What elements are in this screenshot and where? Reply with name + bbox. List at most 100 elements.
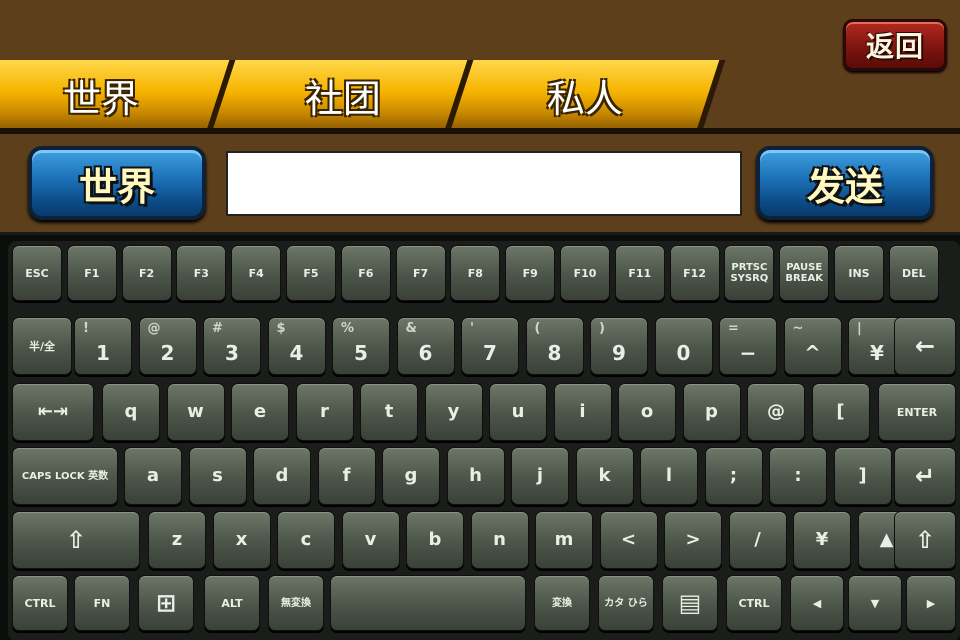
key-v[interactable]: v bbox=[341, 511, 400, 569]
key-tab[interactable]: ⇤⇥ bbox=[12, 383, 94, 441]
key-ctrl-left[interactable]: CTRL bbox=[12, 575, 68, 631]
key-c[interactable]: c bbox=[277, 511, 335, 569]
key-w[interactable]: w bbox=[166, 383, 225, 441]
key-0[interactable]: 0 bbox=[654, 317, 713, 375]
key-u[interactable]: u bbox=[489, 383, 547, 441]
key-f[interactable]: f bbox=[317, 447, 376, 505]
key-pause-break[interactable]: PAUSE BREAK bbox=[779, 245, 830, 301]
key-t[interactable]: t bbox=[360, 383, 418, 441]
key-2[interactable]: @2 bbox=[138, 317, 197, 375]
key-shift-left[interactable]: ⇧ bbox=[12, 511, 140, 569]
key-o[interactable]: o bbox=[618, 383, 676, 441]
key-k[interactable]: k bbox=[575, 447, 634, 505]
key-main-label: ^ bbox=[804, 341, 821, 365]
key-arrow-right[interactable]: ▶ bbox=[906, 575, 956, 631]
key-f9[interactable]: F9 bbox=[505, 245, 556, 301]
key-f5[interactable]: F5 bbox=[286, 245, 336, 301]
key-f11[interactable]: F11 bbox=[614, 245, 665, 301]
tab-world[interactable]: 世界 bbox=[0, 60, 244, 130]
key-3[interactable]: #3 bbox=[203, 317, 261, 375]
key-main-label: ¥ bbox=[870, 341, 884, 365]
key-caps-lock[interactable]: CAPS LOCK 英数 bbox=[12, 447, 118, 505]
key-shift-label: ' bbox=[470, 321, 474, 336]
key-f8[interactable]: F8 bbox=[450, 245, 501, 301]
key-i[interactable]: i bbox=[553, 383, 612, 441]
key-m[interactable]: m bbox=[535, 511, 593, 569]
key-z[interactable]: z bbox=[148, 511, 206, 569]
key-q[interactable]: q bbox=[102, 383, 160, 441]
key-fn[interactable]: FN bbox=[74, 575, 130, 631]
key-4[interactable]: $4 bbox=[267, 317, 326, 375]
key-kana[interactable]: カタ ひら bbox=[598, 575, 654, 631]
key-arrow-left[interactable]: ◀ bbox=[790, 575, 844, 631]
key-esc[interactable]: ESC bbox=[12, 245, 62, 301]
key-d[interactable]: d bbox=[253, 447, 311, 505]
key-ctrl-right[interactable]: CTRL bbox=[726, 575, 782, 631]
key-sym[interactable]: ; bbox=[704, 447, 763, 505]
key-n[interactable]: n bbox=[470, 511, 529, 569]
key-windows[interactable]: ⊞ bbox=[138, 575, 194, 631]
key-muhenkan[interactable]: 無変換 bbox=[268, 575, 324, 631]
key-8[interactable]: (8 bbox=[525, 317, 584, 375]
key-return[interactable]: ↵ bbox=[894, 447, 956, 505]
back-button[interactable]: 返回 bbox=[843, 19, 947, 71]
key-del[interactable]: DEL bbox=[888, 245, 939, 301]
key-f6[interactable]: F6 bbox=[340, 245, 391, 301]
key-period[interactable]: > bbox=[664, 511, 722, 569]
key-alt[interactable]: ALT bbox=[204, 575, 260, 631]
key-arrow-down[interactable]: ▼ bbox=[848, 575, 902, 631]
key-backspace[interactable]: ← bbox=[894, 317, 956, 375]
key-henkan[interactable]: 変換 bbox=[534, 575, 590, 631]
key-7[interactable]: ' 7 bbox=[461, 317, 519, 375]
key-prtsc-sysrq[interactable]: PRTSC SYSRQ bbox=[724, 245, 775, 301]
key-5[interactable]: % 5 bbox=[332, 317, 390, 375]
key-f3[interactable]: F3 bbox=[176, 245, 227, 301]
key-f10[interactable]: F10 bbox=[560, 245, 610, 301]
key-g[interactable]: g bbox=[382, 447, 440, 505]
key-f4[interactable]: F4 bbox=[231, 245, 282, 301]
key-ins[interactable]: INS bbox=[834, 245, 884, 301]
tab-private[interactable]: 私人 bbox=[444, 60, 726, 130]
tab-club[interactable]: 社团 bbox=[206, 60, 480, 130]
key-a[interactable]: a bbox=[124, 447, 182, 505]
key-comma[interactable]: < bbox=[599, 511, 658, 569]
key-f7[interactable]: F7 bbox=[395, 245, 446, 301]
key-enter[interactable]: ENTER bbox=[878, 383, 956, 441]
key-slash[interactable]: / bbox=[728, 511, 787, 569]
key-sym[interactable]: @ bbox=[747, 383, 805, 441]
key-1[interactable]: ! 1 bbox=[74, 317, 132, 375]
key-main-label: − bbox=[739, 341, 757, 365]
key-main-label: 2 bbox=[160, 341, 175, 365]
key-menu[interactable]: ▤ bbox=[662, 575, 718, 631]
key-main-label: 5 bbox=[354, 341, 368, 365]
tab-world-label: 世界 bbox=[62, 76, 139, 121]
message-input[interactable] bbox=[226, 151, 742, 216]
key-h[interactable]: h bbox=[446, 447, 505, 505]
key-f1[interactable]: F1 bbox=[66, 245, 117, 301]
key-j[interactable]: j bbox=[511, 447, 569, 505]
key-shift-right[interactable]: ⇧ bbox=[894, 511, 956, 569]
key-sym[interactable]: [ bbox=[811, 383, 870, 441]
key-b[interactable]: b bbox=[406, 511, 464, 569]
key-sym[interactable]: ] bbox=[833, 447, 892, 505]
key-s[interactable]: s bbox=[188, 447, 247, 505]
key-yen[interactable]: ¥ bbox=[793, 511, 851, 569]
key-l[interactable]: l bbox=[640, 447, 698, 505]
key-shift-label: | bbox=[857, 321, 862, 336]
key-space[interactable] bbox=[330, 575, 526, 631]
key-y[interactable]: y bbox=[424, 383, 483, 441]
send-button[interactable]: 发送 bbox=[756, 146, 934, 220]
key-caret[interactable]: ~ ^ bbox=[783, 317, 842, 375]
key-6[interactable]: & 6 bbox=[396, 317, 455, 375]
key-minus[interactable]: = − bbox=[719, 317, 777, 375]
key-9[interactable]: ) 9 bbox=[590, 317, 648, 375]
key-sym[interactable]: : bbox=[769, 447, 827, 505]
key-p[interactable]: p bbox=[682, 383, 741, 441]
key-hankaku[interactable]: 半/全 bbox=[12, 317, 72, 375]
key-r[interactable]: r bbox=[295, 383, 354, 441]
key-x[interactable]: x bbox=[212, 511, 271, 569]
key-e[interactable]: e bbox=[231, 383, 289, 441]
key-f2[interactable]: F2 bbox=[121, 245, 172, 301]
key-f12[interactable]: F12 bbox=[669, 245, 720, 301]
channel-select-button[interactable]: 世界 bbox=[28, 146, 206, 220]
